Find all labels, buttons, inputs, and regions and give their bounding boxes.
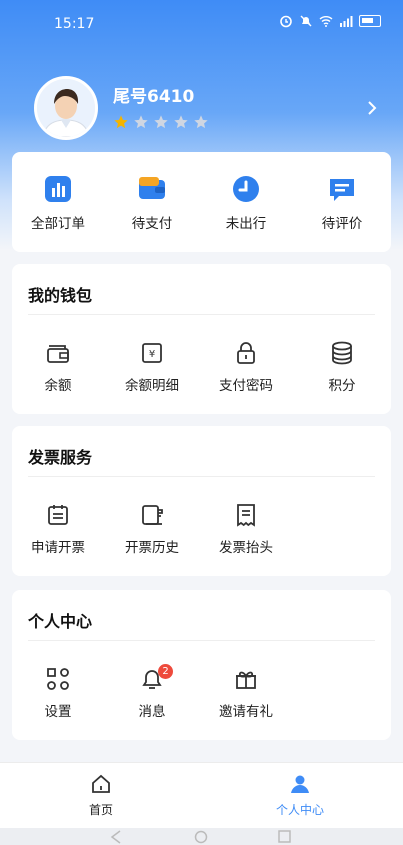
wifi-icon xyxy=(319,16,333,27)
star-icon xyxy=(134,115,148,129)
profile-header[interactable]: 尾号6410 xyxy=(0,68,403,148)
order-to-review[interactable]: 待评价 xyxy=(302,174,382,232)
orders-card: 全部订单 待支付 未出行 待评价 xyxy=(12,152,391,252)
status-time: 15:17 xyxy=(54,16,95,32)
gift-icon xyxy=(236,671,256,689)
wallet-details-label: 余额明细 xyxy=(125,378,179,394)
yen-note-icon: ¥ xyxy=(142,343,162,363)
document-history-icon xyxy=(142,505,163,525)
status-bar: 15:17 xyxy=(0,0,403,48)
wallet-icon xyxy=(47,345,69,363)
personal-settings-label: 设置 xyxy=(44,704,72,720)
coin-stack-icon xyxy=(332,341,352,365)
home-icon xyxy=(92,774,110,793)
star-rating xyxy=(113,114,209,130)
recents-nav-icon[interactable] xyxy=(278,830,291,843)
personal-messages[interactable]: 2 消息 xyxy=(112,664,192,720)
wallet-password[interactable]: 支付密码 xyxy=(206,340,286,394)
wallet-divider xyxy=(28,314,375,315)
lock-icon xyxy=(237,342,255,364)
wallet-points-label: 积分 xyxy=(328,378,356,394)
user-icon xyxy=(291,775,309,793)
wallet-details[interactable]: ¥ 余额明细 xyxy=(112,340,192,394)
invoice-apply[interactable]: 申请开票 xyxy=(18,502,98,556)
personal-invite-label: 邀请有礼 xyxy=(219,704,273,720)
settings-grid-icon xyxy=(47,668,69,690)
tab-personal-center-label: 个人中心 xyxy=(275,803,324,817)
order-not-travelled-label: 未出行 xyxy=(225,216,267,232)
order-pending-payment[interactable]: 待支付 xyxy=(112,174,192,232)
personal-messages-label: 消息 xyxy=(138,704,166,720)
star-icon xyxy=(114,115,128,129)
home-nav-icon[interactable] xyxy=(194,830,208,844)
personal-title: 个人中心 xyxy=(28,612,93,631)
star-icon xyxy=(154,115,168,129)
system-navigation-bar xyxy=(0,828,403,845)
order-pending-payment-label: 待支付 xyxy=(131,216,173,232)
signal-icon xyxy=(340,16,353,27)
message-badge: 2 xyxy=(158,664,173,679)
order-to-review-label: 待评价 xyxy=(321,216,363,232)
invoice-history[interactable]: 开票历史 xyxy=(112,502,192,556)
alarm-icon xyxy=(280,15,292,28)
svg-text:¥: ¥ xyxy=(149,349,155,360)
wallet-balance-label: 余额 xyxy=(44,378,72,394)
avatar xyxy=(34,76,98,140)
back-nav-icon[interactable] xyxy=(110,830,122,844)
chevron-right-icon[interactable] xyxy=(367,100,377,116)
wallet-points[interactable]: 积分 xyxy=(302,340,382,394)
tab-home-label: 首页 xyxy=(88,803,113,817)
avatar-illustration xyxy=(37,79,95,137)
wallet-card-icon xyxy=(139,177,165,199)
personal-invite[interactable]: 邀请有礼 xyxy=(206,666,286,720)
battery-icon xyxy=(359,15,381,27)
tab-home[interactable]: 首页 xyxy=(61,773,141,818)
invoice-divider xyxy=(28,476,375,477)
wallet-password-label: 支付密码 xyxy=(219,378,273,394)
invoice-header-label: 发票抬头 xyxy=(219,540,273,556)
star-icon xyxy=(194,115,208,129)
wallet-card: 我的钱包 余额 ¥ 余额明细 支付密码 积分 xyxy=(12,264,391,414)
receipt-icon xyxy=(237,504,255,527)
clock-icon xyxy=(233,176,259,202)
invoice-header[interactable]: 发票抬头 xyxy=(206,502,286,556)
tab-personal-center[interactable]: 个人中心 xyxy=(260,773,340,818)
order-all-label: 全部订单 xyxy=(31,216,85,232)
calendar-list-icon xyxy=(48,505,68,525)
personal-divider xyxy=(28,640,375,641)
invoice-card: 发票服务 申请开票 开票历史 发票抬头 xyxy=(12,426,391,576)
order-not-travelled[interactable]: 未出行 xyxy=(206,174,286,232)
invoice-apply-label: 申请开票 xyxy=(31,540,85,556)
chart-icon xyxy=(45,176,71,202)
mute-icon xyxy=(300,15,312,27)
comment-icon xyxy=(330,179,354,201)
wallet-title: 我的钱包 xyxy=(28,286,93,305)
user-name: 尾号6410 xyxy=(113,87,195,107)
bottom-tab-bar: 首页 个人中心 xyxy=(0,762,403,828)
order-all[interactable]: 全部订单 xyxy=(18,174,98,232)
invoice-history-label: 开票历史 xyxy=(125,540,179,556)
invoice-title: 发票服务 xyxy=(28,448,93,467)
status-icons xyxy=(279,14,381,28)
star-icon xyxy=(174,115,188,129)
personal-settings[interactable]: 设置 xyxy=(18,666,98,720)
wallet-balance[interactable]: 余额 xyxy=(18,340,98,394)
personal-card: 个人中心 设置 2 消息 邀请有礼 xyxy=(12,590,391,740)
